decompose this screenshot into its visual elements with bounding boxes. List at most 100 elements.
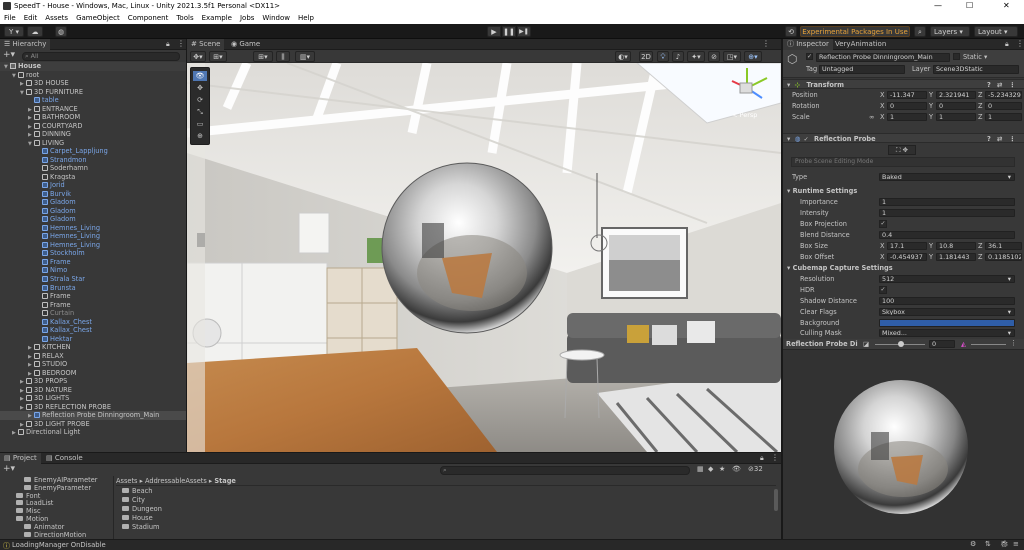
gizmos-dropdown[interactable]: ⊕▾ xyxy=(744,51,762,62)
menu-gameobject[interactable]: GameObject xyxy=(76,12,120,24)
menu-jobs[interactable]: Jobs xyxy=(240,12,254,24)
history-icon[interactable]: ⟲ xyxy=(785,26,797,37)
play-button[interactable]: ▶ xyxy=(487,26,501,37)
type-dropdown[interactable]: Baked ▾ xyxy=(879,173,1015,181)
project-folder-item[interactable]: Stadium xyxy=(122,523,322,532)
hierarchy-row[interactable]: ▶ RELAX xyxy=(0,352,186,361)
hierarchy-row[interactable]: Soderhamn xyxy=(0,164,186,173)
mip-slider[interactable] xyxy=(971,344,1006,345)
exposure-slider-handle[interactable] xyxy=(898,341,904,347)
project-tree-item[interactable]: DirectionMotion xyxy=(0,531,112,539)
collab-icon[interactable]: ◍ xyxy=(55,26,67,37)
grid-visibility-dropdown[interactable]: ▥▾ xyxy=(295,51,315,62)
static-dropdown[interactable]: Static ▾ xyxy=(963,53,987,61)
hierarchy-row[interactable]: Brunsta xyxy=(0,284,186,293)
draw-mode-dropdown[interactable]: ✥▾ xyxy=(190,51,206,62)
clear-flags-dropdown[interactable]: Skybox ▾ xyxy=(879,308,1015,316)
hierarchy-row[interactable]: ▼ root xyxy=(0,71,186,80)
help-icon[interactable]: ? xyxy=(987,80,991,90)
project-folder-item[interactable]: City xyxy=(122,496,322,505)
hierarchy-row[interactable]: Frame xyxy=(0,258,186,267)
position-z-input[interactable]: -5.234329 xyxy=(985,91,1022,99)
menu-tools[interactable]: Tools xyxy=(176,12,193,24)
cloud-icon[interactable]: ☁ xyxy=(27,26,43,37)
hierarchy-row[interactable]: ▶ STUDIO xyxy=(0,360,186,369)
menu-component[interactable]: Component xyxy=(128,12,169,24)
tab-project[interactable]: ▤ Project xyxy=(0,453,41,464)
runtime-settings-header[interactable]: ▾ Runtime Settings xyxy=(783,186,1024,196)
hierarchy-row[interactable]: ▶ KITCHEN xyxy=(0,343,186,352)
component-menu-icon[interactable]: ⋮ xyxy=(1009,134,1016,144)
hierarchy-row[interactable]: Gladom xyxy=(0,198,186,207)
hierarchy-search-input[interactable]: ⌕ All xyxy=(22,52,180,61)
hierarchy-row[interactable]: Hektar xyxy=(0,335,186,344)
lock-icon[interactable]: 🔒︎ xyxy=(760,454,764,463)
pivot-dropdown[interactable]: ⊞▾ xyxy=(209,51,227,62)
exposure-input[interactable]: 0 xyxy=(929,340,955,348)
hierarchy-row[interactable]: ▼ LIVING xyxy=(0,139,186,148)
hierarchy-row[interactable]: Gladom xyxy=(0,215,186,224)
preset-icon[interactable]: ⇄ xyxy=(997,80,1003,90)
more-options-icon[interactable]: ⋮ xyxy=(1016,39,1024,48)
hierarchy-row[interactable]: Nimo xyxy=(0,266,186,275)
hierarchy-row[interactable]: Kallax_Chest xyxy=(0,318,186,327)
debug-icon[interactable]: 🐞︎ xyxy=(1000,540,1009,548)
hierarchy-row[interactable]: ▶ Reflection Probe Dinningroom_Main xyxy=(0,411,186,420)
component-menu-icon[interactable]: ⋮ xyxy=(1009,80,1016,90)
box-offset-x[interactable]: -0.454937 xyxy=(887,253,927,261)
grid-snap-dropdown[interactable]: ⊞▾ xyxy=(253,51,273,62)
snap-increment-icon[interactable]: ⫼ xyxy=(276,51,290,62)
background-color-swatch[interactable] xyxy=(879,319,1015,327)
position-x-input[interactable]: -11.347 xyxy=(887,91,927,99)
hierarchy-row[interactable]: Hemnes_Living xyxy=(0,224,186,233)
scale-y-input[interactable]: 1 xyxy=(936,113,976,121)
camera-settings-dropdown[interactable]: ◳▾ xyxy=(723,51,741,62)
cubemap-preview-sphere[interactable] xyxy=(831,377,971,517)
maximize-button[interactable]: ☐ xyxy=(966,1,973,10)
filter-type-icon[interactable]: ▦ xyxy=(697,465,704,473)
view-tool-icon[interactable]: 👁︎ xyxy=(193,71,207,81)
scene-viewport[interactable]: < Persp 👁︎ ✥ ⟳ ⤡ ▭ ⊕ xyxy=(187,63,781,452)
box-projection-checkbox[interactable]: ✓ xyxy=(879,220,887,228)
hierarchy-row[interactable]: ▶ ENTRANCE xyxy=(0,105,186,114)
filter-log-icon[interactable]: ★ xyxy=(719,465,725,473)
add-icon[interactable]: +▾ xyxy=(3,464,15,475)
hierarchy-row[interactable]: table xyxy=(0,96,186,105)
tab-inspector[interactable]: ⓘ Inspector xyxy=(783,39,833,50)
effects-dropdown[interactable]: ✦▾ xyxy=(687,51,705,62)
hierarchy-row[interactable]: Burvik xyxy=(0,190,186,199)
box-size-x[interactable]: 17.1 xyxy=(887,242,927,250)
hierarchy-row[interactable]: ▶ Directional Light xyxy=(0,428,186,437)
hierarchy-row[interactable]: Frame xyxy=(0,301,186,310)
step-button[interactable]: ▶❚ xyxy=(517,26,531,37)
preset-icon[interactable]: ⇄ xyxy=(997,134,1003,144)
lock-icon[interactable]: 🔒︎ xyxy=(1005,40,1009,49)
rect-tool-icon[interactable]: ▭ xyxy=(193,119,207,129)
layout-dropdown[interactable]: Layout ▾ xyxy=(974,26,1018,37)
menu-file[interactable]: File xyxy=(4,12,16,24)
close-button[interactable]: ✕ xyxy=(1003,1,1010,10)
hierarchy-row[interactable]: ▶ DINNING xyxy=(0,130,186,139)
shading-mode-dropdown[interactable]: ◐▾ xyxy=(615,51,631,62)
hierarchy-row[interactable]: Strala Star xyxy=(0,275,186,284)
visibility-icon[interactable]: 👁︎ xyxy=(732,465,741,473)
more-options-icon[interactable]: ⋮ xyxy=(177,39,185,48)
hidden-objects-icon[interactable]: ⊘ xyxy=(708,51,720,62)
persp-label[interactable]: < Persp xyxy=(732,111,757,119)
tab-game[interactable]: ◉ Game xyxy=(227,39,264,50)
hdr-checkbox[interactable]: ✓ xyxy=(879,286,887,294)
more-options-icon[interactable]: ⋮ xyxy=(1010,339,1017,347)
hierarchy-row[interactable]: ▶ 3D REFLECTION PROBE xyxy=(0,403,186,412)
hierarchy-row[interactable]: ▼ 3D FURNITURE xyxy=(0,88,186,97)
hierarchy-row[interactable]: ▶ 3D LIGHTS xyxy=(0,394,186,403)
project-folder-item[interactable]: House xyxy=(122,514,322,523)
audio-toggle-icon[interactable]: ♪ xyxy=(672,51,684,62)
menu-assets[interactable]: Assets xyxy=(45,12,68,24)
culling-mask-dropdown[interactable]: Mixed... ▾ xyxy=(879,329,1015,337)
box-size-y[interactable]: 10.8 xyxy=(936,242,976,250)
cubemap-settings-header[interactable]: ▾ Cubemap Capture Settings xyxy=(783,263,1024,273)
hierarchy-row[interactable]: Gladom xyxy=(0,207,186,216)
resolution-dropdown[interactable]: 512 ▾ xyxy=(879,275,1015,283)
hierarchy-row[interactable]: Hemnes_Living xyxy=(0,232,186,241)
object-name-field[interactable]: Reflection Probe Dinningroom_Main xyxy=(816,53,950,62)
